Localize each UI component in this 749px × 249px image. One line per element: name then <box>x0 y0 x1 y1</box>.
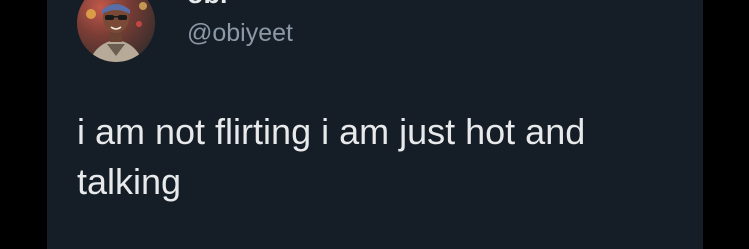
avatar-image <box>77 0 155 62</box>
avatar[interactable] <box>77 0 155 62</box>
display-name[interactable]: obi <box>187 0 228 10</box>
screenshot-frame: obi @obiyeet i am not flirting i am just… <box>0 0 749 249</box>
user-handle[interactable]: @obiyeet <box>187 18 293 48</box>
tweet-card: obi @obiyeet i am not flirting i am just… <box>47 0 703 249</box>
tweet-text: i am not flirting i am just hot and talk… <box>77 111 586 202</box>
